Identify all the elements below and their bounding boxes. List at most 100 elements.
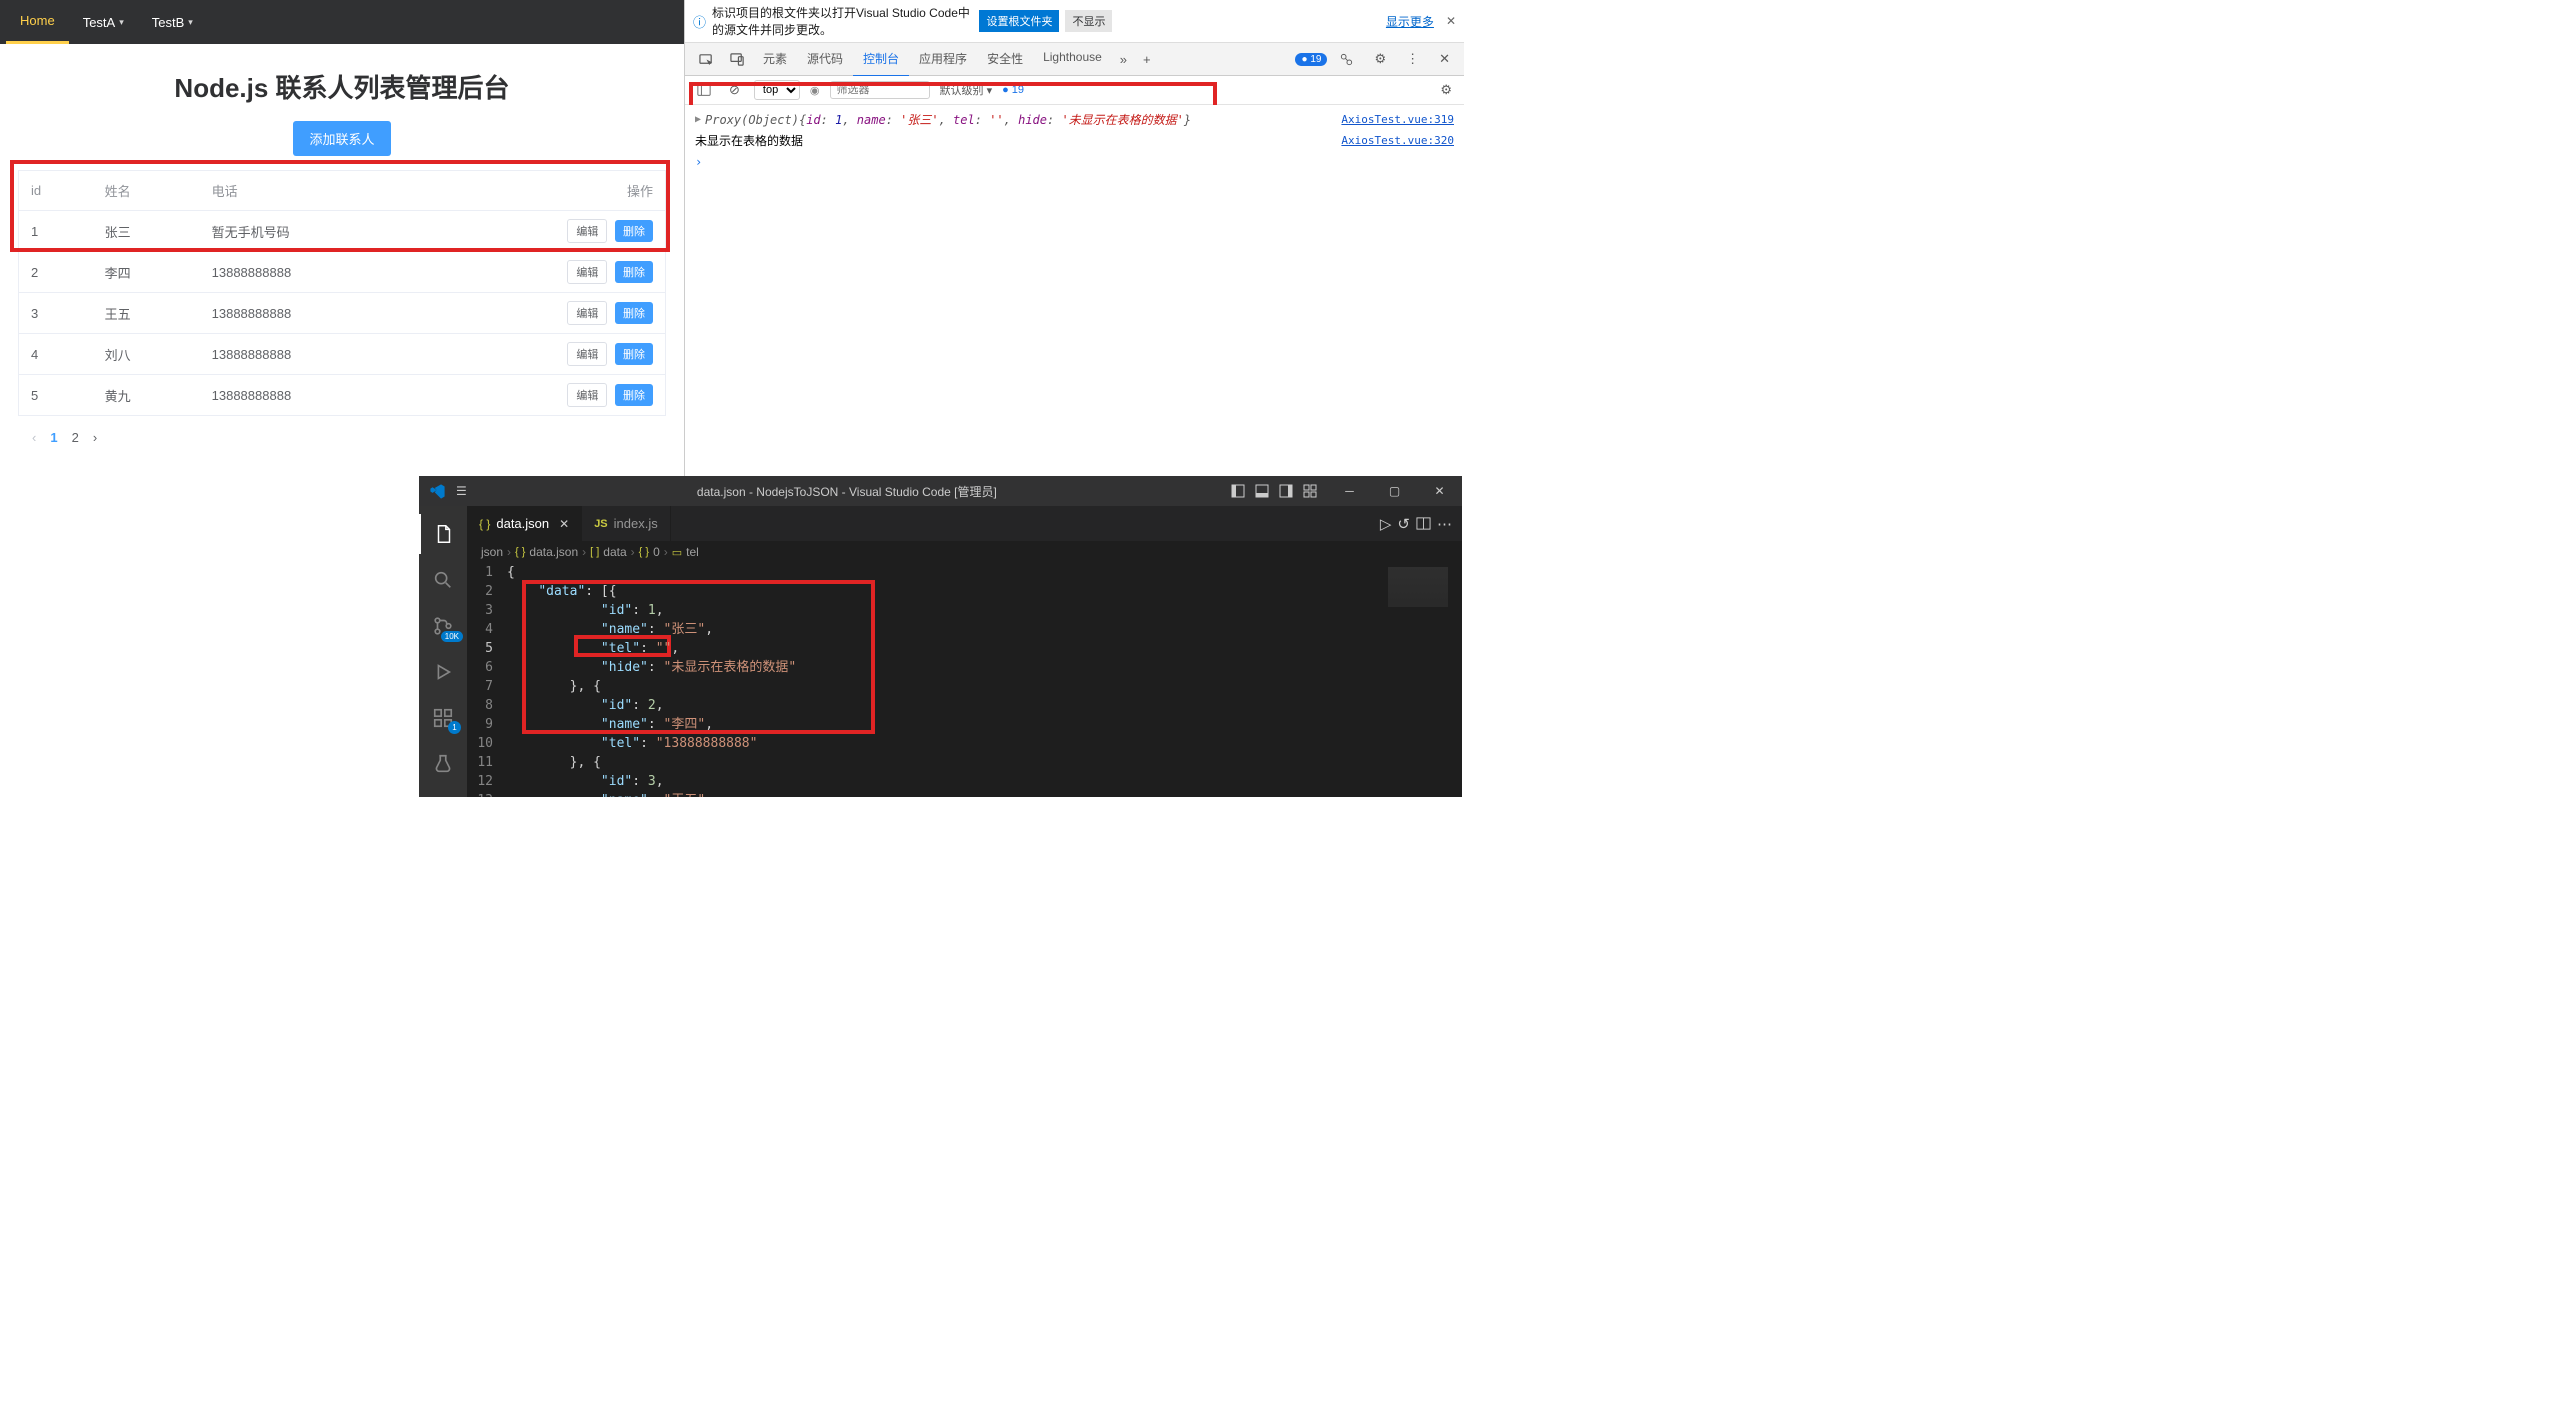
edit-button[interactable]: 编辑 [567, 342, 607, 366]
code-editor[interactable]: 12345678910111213 { "data": [{ "id": 1, … [467, 563, 1462, 797]
set-root-button[interactable]: 设置根文件夹 [979, 10, 1059, 32]
edit-button[interactable]: 编辑 [567, 383, 607, 407]
edit-button[interactable]: 编辑 [567, 301, 607, 325]
pager-page[interactable]: 1 [50, 430, 57, 445]
json-file-icon: { } [479, 517, 490, 531]
cell-name: 张三 [93, 211, 200, 252]
settings-icon[interactable]: ⚙ [1366, 45, 1394, 73]
more-tabs-icon[interactable]: » [1112, 46, 1135, 73]
close-tab-icon[interactable]: ✕ [559, 517, 569, 531]
add-tab-icon[interactable]: + [1135, 46, 1159, 73]
pager-next[interactable]: › [93, 430, 97, 445]
devtools-tab[interactable]: 安全性 [977, 42, 1033, 76]
inspect-icon[interactable] [691, 46, 722, 73]
timeline-icon[interactable]: ↺ [1397, 515, 1410, 533]
devtools-tab[interactable]: Lighthouse [1033, 42, 1112, 76]
page-title: Node.js 联系人列表管理后台 [18, 68, 666, 105]
activity-bar: 10K 1 [419, 506, 467, 797]
close-window-button[interactable]: ✕ [1417, 476, 1462, 506]
add-contact-button[interactable]: 添加联系人 [293, 121, 390, 156]
edit-button[interactable]: 编辑 [567, 219, 607, 243]
devtools-tab[interactable]: 源代码 [797, 42, 853, 76]
editor-tab[interactable]: { }data.json✕ [467, 506, 582, 541]
eye-icon[interactable]: ◉ [810, 84, 820, 97]
nav-label: Home [20, 13, 55, 28]
run-icon[interactable]: ▷ [1380, 515, 1392, 533]
search-icon[interactable] [419, 560, 467, 600]
source-link[interactable]: AxiosTest.vue:320 [1341, 134, 1454, 147]
breadcrumb-segment[interactable]: data [603, 545, 626, 559]
explorer-icon[interactable] [419, 514, 467, 554]
device-icon[interactable] [722, 46, 753, 73]
source-link[interactable]: AxiosTest.vue:319 [1341, 113, 1454, 126]
layout-right-icon[interactable] [1275, 480, 1297, 502]
more-actions-icon[interactable]: ⋯ [1437, 515, 1452, 533]
delete-button[interactable]: 删除 [615, 220, 653, 242]
console-row[interactable]: 未显示在表格的数据AxiosTest.vue:320 [695, 130, 1454, 151]
show-more-link[interactable]: 显示更多 [1386, 13, 1434, 30]
delete-button[interactable]: 删除 [615, 261, 653, 283]
message-count-badge[interactable]: ● 19 [1295, 53, 1327, 66]
devtools-tab[interactable]: 控制台 [853, 42, 909, 77]
console-prompt[interactable]: › [695, 155, 1454, 169]
nav-label: TestA [83, 15, 116, 30]
breadcrumb[interactable]: json›{ } data.json›[ ] data›{ } 0›▭ tel [467, 541, 1462, 563]
kebab-menu-icon[interactable]: ⋮ [1398, 45, 1427, 73]
editor-tab[interactable]: JSindex.js [582, 506, 671, 541]
cell-name: 黄九 [93, 375, 200, 416]
devtools-tabs: 元素源代码控制台应用程序安全性Lighthouse » + ● 19 ⚙ ⋮ ✕ [685, 43, 1464, 76]
layout-bottom-icon[interactable] [1251, 480, 1273, 502]
delete-button[interactable]: 删除 [615, 343, 653, 365]
log-level-select[interactable]: 默认级别 ▾ [940, 82, 993, 98]
pager-page[interactable]: 2 [72, 430, 79, 445]
expand-icon[interactable]: ▶ [695, 114, 701, 125]
layout-left-icon[interactable] [1227, 480, 1249, 502]
table-row: 1 张三 暂无手机号码 编辑 删除 [19, 211, 666, 252]
nav-item-testb[interactable]: TestB▾ [138, 0, 207, 44]
delete-button[interactable]: 删除 [615, 302, 653, 324]
editor-tabs: { }data.json✕JSindex.js ▷ ↺ ⋯ [467, 506, 1462, 541]
pagination: ‹ 12 › [18, 430, 666, 445]
info-icon: ⓘ [693, 12, 706, 31]
nav-item-home[interactable]: Home [6, 0, 69, 44]
cell-tel: 13888888888 [200, 375, 422, 416]
issues-count[interactable]: ● 19 [1002, 84, 1024, 96]
contacts-table: id姓名电话操作 1 张三 暂无手机号码 编辑 删除 2 李四 13888888… [18, 170, 666, 416]
pager-prev[interactable]: ‹ [32, 430, 36, 445]
split-editor-icon[interactable] [1416, 516, 1431, 531]
extensions-icon[interactable]: 1 [419, 698, 467, 738]
close-devtools-icon[interactable]: ✕ [1431, 45, 1458, 73]
layout-customize-icon[interactable] [1299, 480, 1321, 502]
cell-id: 2 [19, 252, 93, 293]
table-row: 2 李四 13888888888 编辑 删除 [19, 252, 666, 293]
delete-button[interactable]: 删除 [615, 384, 653, 406]
scm-badge: 10K [441, 631, 463, 642]
clear-console-icon[interactable]: ⊘ [725, 82, 744, 98]
devtools-tab[interactable]: 元素 [753, 42, 797, 76]
console-row[interactable]: ▶Proxy(Object) {id: 1, name: '张三', tel: … [695, 109, 1454, 130]
menu-icon[interactable]: ☰ [456, 484, 467, 498]
cell-id: 4 [19, 334, 93, 375]
minimap[interactable] [1382, 563, 1462, 797]
console-settings-icon[interactable]: ⚙ [1436, 82, 1456, 98]
dismiss-button[interactable]: 不显示 [1065, 10, 1112, 32]
edit-button[interactable]: 编辑 [567, 260, 607, 284]
breadcrumb-segment[interactable]: tel [686, 545, 699, 559]
nav-item-testa[interactable]: TestA▾ [69, 0, 138, 44]
run-debug-icon[interactable] [419, 652, 467, 692]
testing-icon[interactable] [419, 744, 467, 784]
breadcrumb-segment[interactable]: 0 [653, 545, 660, 559]
devtools-tab[interactable]: 应用程序 [909, 42, 977, 76]
sidebar-toggle-icon[interactable] [693, 83, 715, 97]
minimize-button[interactable]: ─ [1327, 476, 1372, 506]
close-icon[interactable]: ✕ [1446, 14, 1456, 28]
issues-icon[interactable] [1331, 46, 1362, 73]
breadcrumb-segment[interactable]: json [481, 545, 503, 559]
breadcrumb-segment[interactable]: data.json [529, 545, 578, 559]
maximize-button[interactable]: ▢ [1372, 476, 1417, 506]
filter-input[interactable] [830, 81, 930, 99]
source-control-icon[interactable]: 10K [419, 606, 467, 646]
cell-id: 1 [19, 211, 93, 252]
notification-bar: ⓘ 标识项目的根文件夹以打开Visual Studio Code中的源文件并同步… [685, 0, 1464, 43]
context-select[interactable]: top [754, 80, 800, 100]
